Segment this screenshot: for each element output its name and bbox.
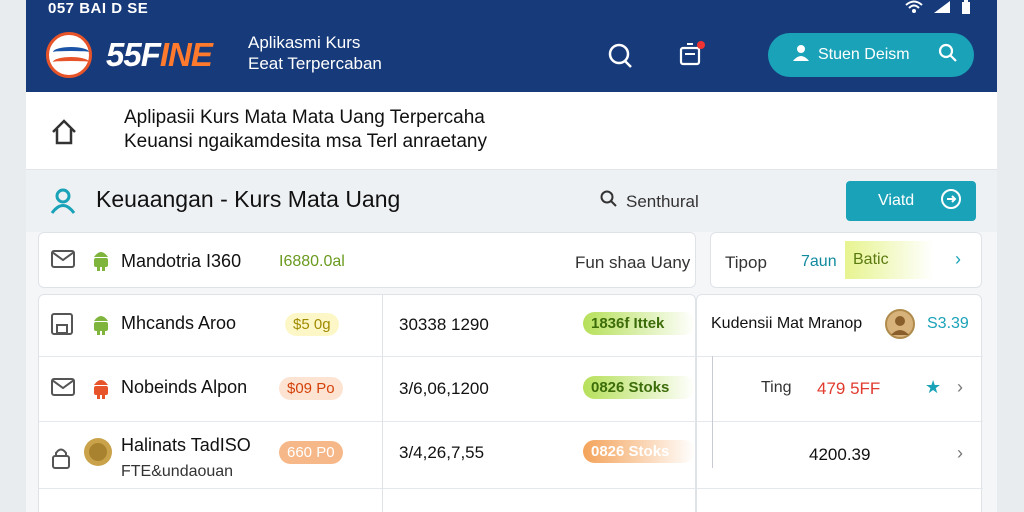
- arrow-circle-icon: [940, 188, 962, 215]
- currency-label: Fun shaa Uany: [575, 253, 691, 272]
- chevron-right-icon[interactable]: ›: [955, 249, 961, 270]
- coin-icon: [83, 437, 113, 467]
- chevron-right-icon[interactable]: ›: [957, 443, 963, 464]
- page-subheader: Aplipasii Kurs Mata Mata Uang Terpercaha…: [26, 92, 997, 170]
- row-divider: [697, 421, 983, 422]
- type-label: Tipop: [725, 253, 767, 272]
- page-description: Aplipasii Kurs Mata Mata Uang Terpercaha…: [124, 107, 487, 152]
- search-icon: [600, 190, 618, 213]
- star-icon: ★: [925, 377, 942, 397]
- section-header: Keuaangan - Kurs Mata Uang Senthural Via…: [26, 170, 997, 232]
- row-divider: [39, 488, 697, 489]
- chevron-right-icon[interactable]: ›: [957, 377, 963, 398]
- user-icon: [792, 44, 810, 67]
- user-name: Stuen Deism: [818, 46, 910, 63]
- column-divider: [712, 356, 713, 468]
- detail-panel: Kudensii Mat Mranop S3.39 Ting 479 5FF ★…: [696, 294, 983, 512]
- save-icon: [51, 313, 73, 335]
- section-search[interactable]: Senthural: [600, 190, 699, 213]
- status-icons: [905, 0, 971, 17]
- android-icon: [91, 247, 111, 271]
- currency-summary-card[interactable]: Mandotria I360 I6880.0al Fun shaa Uany: [38, 232, 696, 288]
- item-label: Ting: [761, 379, 792, 396]
- rate-pill: $5 0g: [285, 313, 339, 336]
- type-value: 7aun: [801, 253, 837, 270]
- battery-icon: [961, 0, 971, 17]
- app-screen: 057 BAI D SE 55FINE Aplikasmi Kurs Eeat …: [26, 0, 997, 512]
- rate-pill: $09 Po: [279, 377, 343, 400]
- change-badge: 1836f Ittek: [583, 312, 695, 335]
- currency-value: I6880.0al: [279, 253, 345, 270]
- rate-pill: 660 P0: [279, 441, 343, 464]
- android-icon: [91, 375, 111, 399]
- user-menu-button[interactable]: Stuen Deism: [768, 33, 974, 77]
- section-title: Keuaangan - Kurs Mata Uang: [96, 186, 401, 212]
- search-icon[interactable]: [938, 43, 958, 68]
- avatar: [885, 309, 915, 339]
- type-filter-card[interactable]: Tipop 7aun Batic ›: [710, 232, 982, 288]
- brand-name: 55FINE: [106, 36, 213, 73]
- type-badge: Batic: [845, 241, 933, 279]
- item-value: 4200.39: [809, 445, 871, 464]
- panel-title-value: S3.39: [927, 315, 969, 332]
- notification-dot: [697, 41, 705, 49]
- app-logo: [46, 32, 92, 78]
- currency-table: Mhcands Aroo $5 0g 30338 1290 1836f Itte…: [38, 294, 697, 512]
- app-header: 057 BAI D SE 55FINE Aplikasmi Kurs Eeat …: [26, 0, 997, 92]
- amount-value: 30338 1290: [399, 315, 489, 334]
- status-bar: 057 BAI D SE: [48, 0, 149, 17]
- search-icon[interactable]: [606, 42, 634, 70]
- app-title: Aplikasmi Kurs Eeat Terpercaban: [248, 33, 382, 73]
- amount-value: 3/6,06,1200: [399, 379, 489, 398]
- view-button-label: Viatd: [878, 192, 915, 209]
- signal-icon: [933, 0, 951, 17]
- panel-title: Kudensii Mat Mranop: [711, 315, 863, 332]
- currency-name: Mandotria I360: [121, 251, 242, 271]
- change-badge: 0826 Stoks: [583, 440, 695, 463]
- row-divider: [39, 356, 697, 357]
- lock-icon: [51, 447, 71, 469]
- user-icon: [50, 188, 76, 219]
- view-button[interactable]: Viatd: [846, 181, 976, 221]
- currency-name: Halinats TadISO: [121, 435, 251, 455]
- currency-name: Nobeinds Alpon: [121, 377, 248, 397]
- change-badge: 0826 Stoks: [583, 376, 695, 399]
- mail-icon: [51, 377, 75, 397]
- home-icon[interactable]: [50, 118, 78, 151]
- notifications-icon[interactable]: [678, 41, 705, 68]
- row-divider: [697, 356, 983, 357]
- section-search-label: Senthural: [626, 191, 699, 211]
- wifi-icon: [905, 0, 923, 17]
- item-value: 479 5FF: [817, 379, 881, 398]
- row-divider: [697, 488, 983, 489]
- mail-icon: [51, 249, 75, 269]
- android-icon: [91, 311, 111, 335]
- currency-name: Mhcands Aroo: [121, 313, 237, 333]
- amount-value: 3/4,26,7,55: [399, 443, 485, 462]
- currency-subtitle: FTE&undaouan: [121, 463, 234, 480]
- row-divider: [39, 421, 697, 422]
- column-divider: [382, 294, 383, 512]
